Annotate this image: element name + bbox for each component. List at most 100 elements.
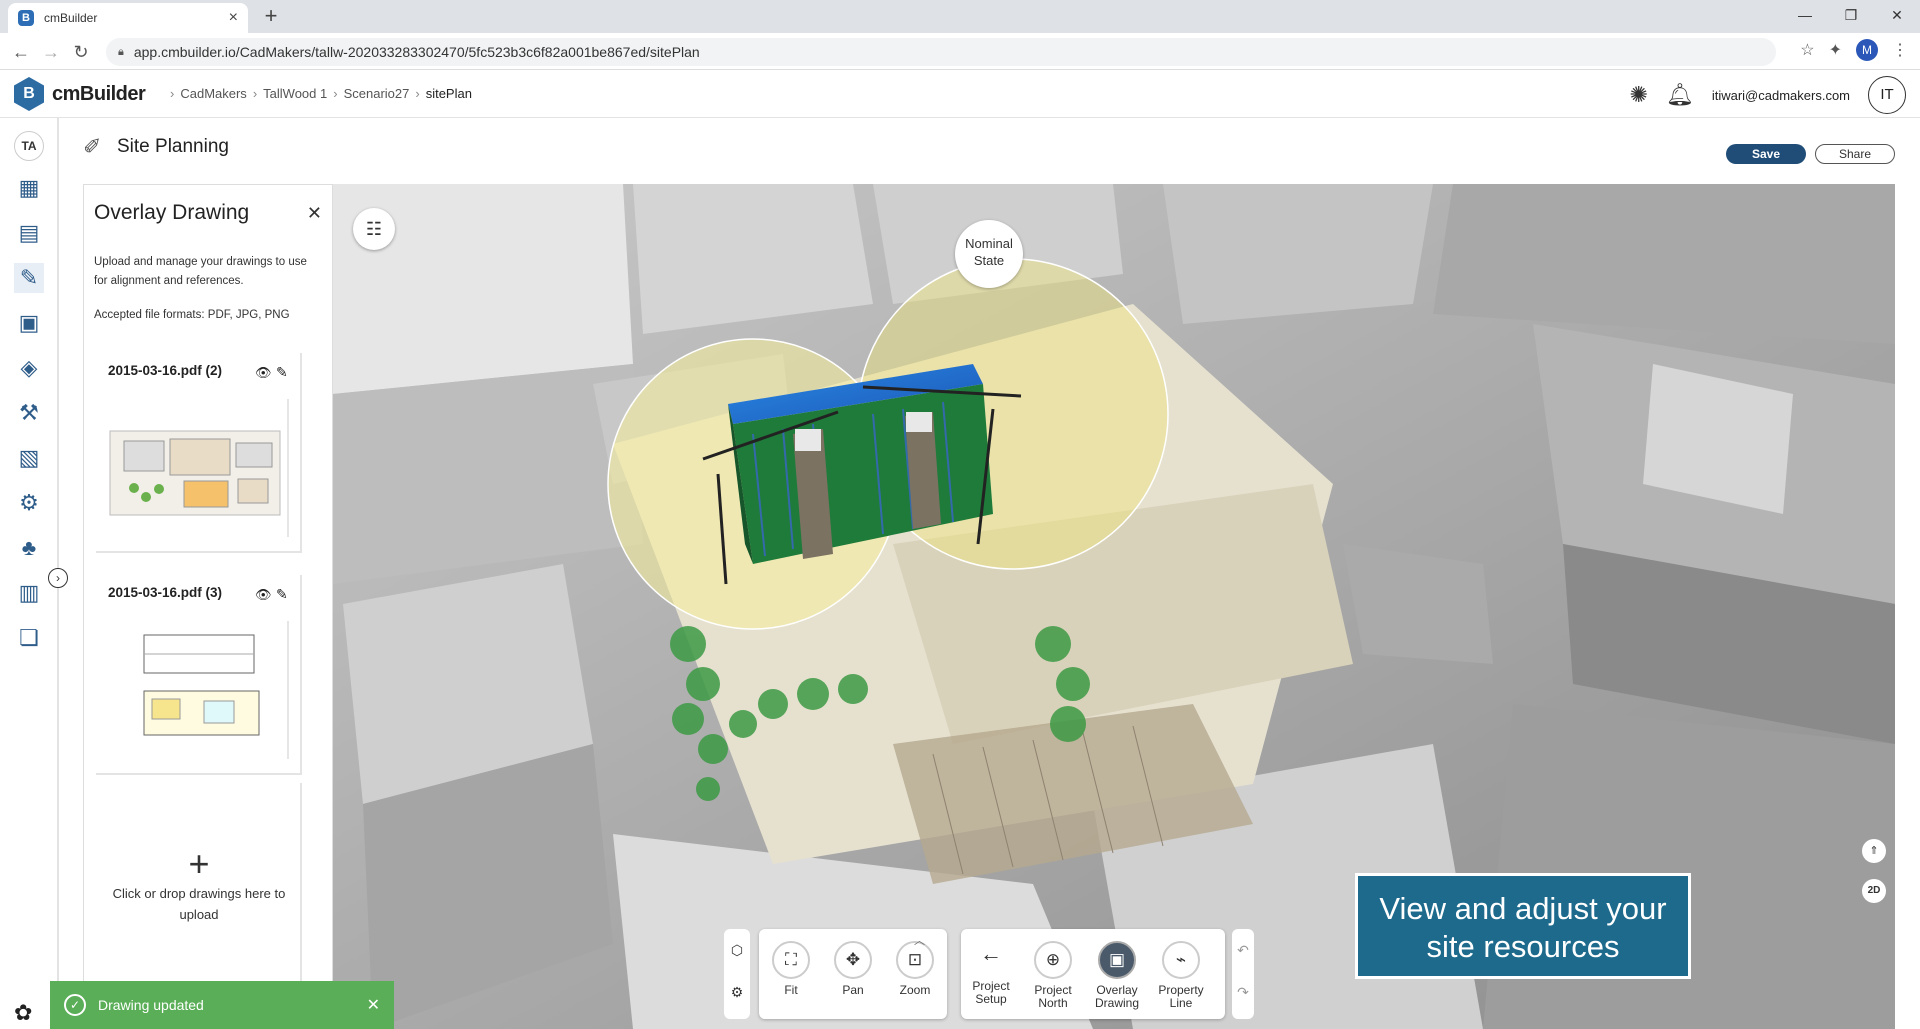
overlay-drawing-tool[interactable]: ▣ Overlay Drawing: [1087, 941, 1147, 1010]
expand-toolbar-chevron-up-icon[interactable]: ︿: [914, 932, 925, 948]
3d-cube-icon[interactable]: ⬡: [724, 929, 750, 971]
back-arrow-icon: ←: [972, 937, 1010, 975]
rail-schedule-icon[interactable]: ▣: [14, 308, 44, 338]
overlay-drawing-panel: Overlay Drawing ✕ Upload and manage your…: [83, 184, 333, 1029]
eye-visibility-icon[interactable]: 👁︎: [255, 365, 272, 381]
expand-rail-chevron-icon[interactable]: ›: [48, 568, 68, 588]
new-tab-button[interactable]: +: [258, 3, 284, 29]
view-mode-toggles: ⬡ ⚙: [724, 929, 750, 1019]
minimize-icon[interactable]: —: [1782, 0, 1828, 30]
drawing-thumbnail: [104, 615, 296, 765]
browser-profile-avatar[interactable]: M: [1856, 39, 1878, 61]
project-north-label: Project North: [1034, 983, 1072, 1010]
breadcrumb-item[interactable]: Scenario27: [344, 86, 410, 101]
rail-apps-icon[interactable]: ✿: [14, 1000, 32, 1026]
scene-tree-button[interactable]: ☷: [353, 208, 395, 250]
share-button[interactable]: Share: [1815, 144, 1895, 164]
overlay-drawing-label: Overlay Drawing: [1094, 983, 1139, 1010]
page-header: ✐ Site Planning Save Share: [59, 118, 1920, 184]
rail-layers-icon[interactable]: ◈: [14, 353, 44, 383]
drawing-name: 2015-03-16.pdf (3): [108, 585, 223, 600]
project-avatar[interactable]: TA: [14, 131, 44, 161]
announcements-icon[interactable]: ✺: [1629, 82, 1647, 108]
overlay-drawing-icon: ▣: [1098, 941, 1136, 979]
upload-text: Click or drop drawings here to upload: [112, 886, 286, 922]
rail-document-icon[interactable]: ▥: [14, 578, 44, 608]
browser-tab[interactable]: B cmBuilder ×: [8, 3, 248, 33]
url-text: app.cmbuilder.io/CadMakers/tallw-2020332…: [133, 44, 700, 60]
user-email[interactable]: itiwari@cadmakers.com: [1712, 88, 1850, 103]
brand-name: cmBuilder: [52, 82, 146, 105]
site-tools-group: ← Project Setup ⊕ Project North ▣ Overla…: [961, 929, 1225, 1019]
rail-site-planning-icon[interactable]: ✎: [14, 263, 44, 293]
breadcrumb-separator-icon: ›: [415, 86, 420, 101]
close-toast-icon[interactable]: ✕: [367, 995, 380, 1015]
restore-icon[interactable]: ❐: [1828, 0, 1874, 30]
close-window-icon[interactable]: ✕: [1874, 0, 1920, 30]
extensions-icon[interactable]: ✦: [1829, 40, 1842, 60]
rail-crane-icon[interactable]: ⚒: [14, 398, 44, 428]
rail-settings-gear-icon[interactable]: ⚙: [14, 488, 44, 518]
project-north-compass-icon: ⊕: [1034, 941, 1072, 979]
rail-reports-icon[interactable]: ▤: [14, 218, 44, 248]
close-panel-icon[interactable]: ✕: [307, 203, 322, 224]
zoom-tool[interactable]: ⊡ Zoom: [885, 941, 945, 997]
close-tab-icon[interactable]: ×: [229, 9, 238, 27]
user-avatar[interactable]: IT: [1868, 76, 1906, 114]
toggle-2d-button[interactable]: 2D: [1862, 879, 1886, 903]
eye-visibility-icon[interactable]: 👁︎: [255, 587, 272, 603]
forward-icon[interactable]: →: [38, 39, 64, 65]
breadcrumb-separator-icon: ›: [333, 86, 338, 101]
browser-tab-title: cmBuilder: [44, 11, 98, 25]
notifications-bell-icon[interactable]: 🔔︎: [1666, 82, 1694, 108]
save-button[interactable]: Save: [1726, 144, 1806, 164]
browser-address-bar: ← → ↻ 🔒︎ app.cmbuilder.io/CadMakers/tall…: [0, 33, 1920, 70]
breadcrumb-current: sitePlan: [425, 86, 472, 101]
drawing-thumbnail: [104, 393, 296, 543]
pan-move-icon: ✥: [834, 941, 872, 979]
compass-north-icon[interactable]: ⇑: [1862, 839, 1886, 863]
upload-dropzone[interactable]: + Click or drop drawings here to upload: [96, 783, 302, 983]
project-setup-tool[interactable]: ← Project Setup: [961, 937, 1021, 1006]
breadcrumb-item[interactable]: CadMakers: [180, 86, 246, 101]
fit-label: Fit: [784, 983, 798, 997]
rail-hierarchy-icon[interactable]: ♣: [14, 533, 44, 563]
project-north-tool[interactable]: ⊕ Project North: [1023, 941, 1083, 1010]
bookmark-star-icon[interactable]: ☆: [1800, 40, 1814, 60]
accepted-formats: Accepted file formats: PDF, JPG, PNG: [94, 309, 290, 321]
nominal-state-badge[interactable]: Nominal State: [955, 220, 1023, 288]
check-circle-icon: ✓: [64, 994, 86, 1016]
page-title: Site Planning: [117, 136, 229, 157]
rail-analytics-icon[interactable]: ▦: [14, 173, 44, 203]
fit-icon: ⛶: [772, 941, 810, 979]
drawing-card[interactable]: 2015-03-16.pdf (2) 👁︎ ✎: [96, 353, 302, 553]
edit-pencil-icon[interactable]: ✎: [276, 364, 288, 381]
pan-tool[interactable]: ✥ Pan: [823, 941, 883, 997]
cmbuilder-favicon-icon: B: [18, 10, 34, 26]
promo-banner: View and adjust your site resources: [1355, 873, 1691, 979]
site-3d-map-viewport[interactable]: ☷ Nominal State ⇑ 2D View and adjust you…: [333, 184, 1895, 1029]
history-controls: ↶ ↷: [1232, 929, 1254, 1019]
breadcrumb-separator-icon: ›: [252, 86, 258, 101]
pan-label: Pan: [842, 983, 864, 997]
rail-files-icon[interactable]: ❏: [14, 623, 44, 653]
lock-icon: 🔒︎: [118, 45, 124, 58]
reload-icon[interactable]: ↻: [68, 39, 94, 65]
rail-sheets-icon[interactable]: ▧: [14, 443, 44, 473]
browser-tab-bar: B cmBuilder × + — ❐ ✕: [0, 0, 1920, 33]
url-field[interactable]: 🔒︎ app.cmbuilder.io/CadMakers/tallw-2020…: [106, 38, 1776, 66]
property-line-tool[interactable]: ⌁ Property Line: [1151, 941, 1211, 1010]
cmbuilder-logo-icon: B: [14, 77, 44, 111]
drawing-card[interactable]: 2015-03-16.pdf (3) 👁︎ ✎: [96, 575, 302, 775]
brand-logo[interactable]: B cmBuilder: [14, 77, 146, 111]
breadcrumb-item[interactable]: TallWood 1: [263, 86, 327, 101]
edit-pencil-icon[interactable]: ✎: [276, 586, 288, 603]
browser-menu-icon[interactable]: ⋮: [1892, 40, 1908, 60]
add-plus-icon: +: [188, 843, 210, 884]
view-settings-gear-icon[interactable]: ⚙: [724, 971, 750, 1013]
fit-tool[interactable]: ⛶ Fit: [761, 941, 821, 997]
back-icon[interactable]: ←: [8, 39, 34, 65]
undo-icon[interactable]: ↶: [1232, 929, 1254, 971]
window-controls: — ❐ ✕: [1782, 0, 1920, 30]
redo-icon[interactable]: ↷: [1232, 971, 1254, 1013]
